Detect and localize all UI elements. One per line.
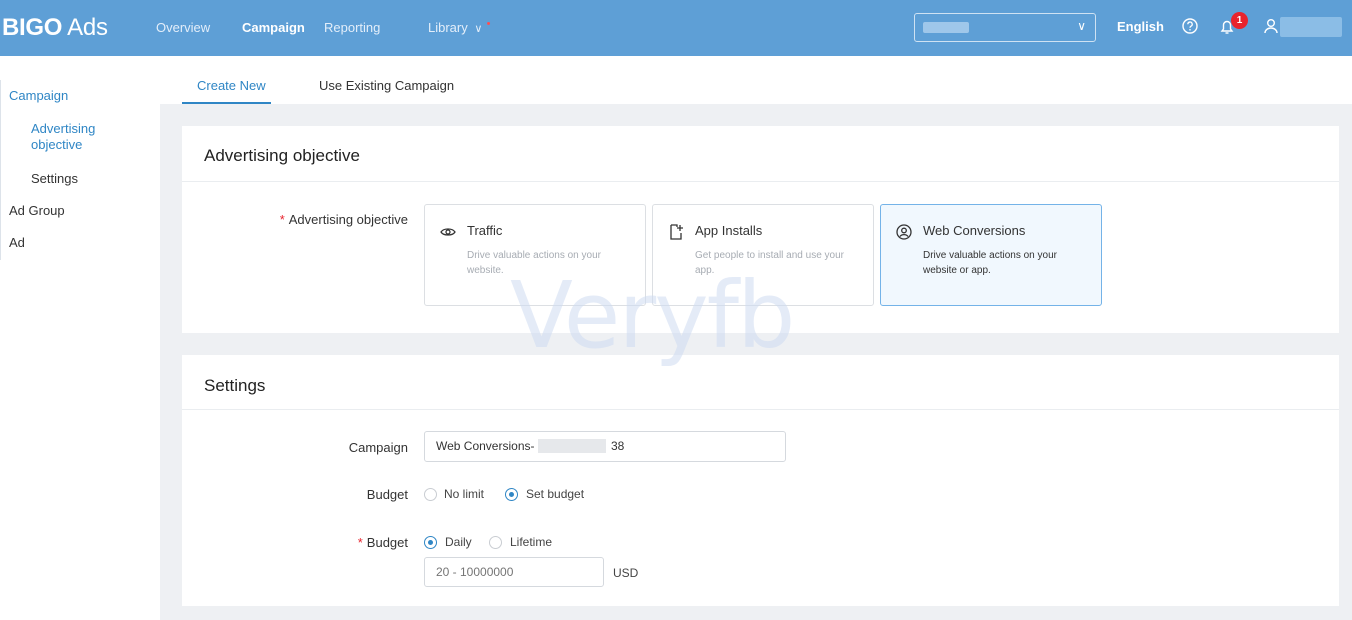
budget-limit-label: Budget bbox=[366, 487, 408, 502]
sidebar-item-settings[interactable]: Settings bbox=[31, 171, 78, 187]
chevron-down-icon: ∨ bbox=[1077, 19, 1086, 33]
section-divider bbox=[182, 409, 1339, 410]
radio-no-limit-label[interactable]: No limit bbox=[444, 487, 484, 501]
section-title: Advertising objective bbox=[204, 146, 360, 165]
budget-type-label-text: Budget bbox=[366, 535, 408, 550]
logo-rest: Ads bbox=[62, 14, 108, 41]
campaign-name-masked bbox=[538, 439, 606, 453]
advertising-objective-label-text: Advertising objective bbox=[288, 212, 408, 227]
active-tab-indicator bbox=[182, 102, 271, 104]
section-title: Settings bbox=[204, 376, 266, 395]
sidebar-item-advertising-objective[interactable]: Advertising objective bbox=[31, 121, 121, 153]
objective-description: Drive valuable actions on your website o… bbox=[923, 250, 1057, 276]
sidebar-item-ad[interactable]: Ad bbox=[9, 235, 25, 251]
sidebar-item-campaign[interactable]: Campaign bbox=[9, 88, 68, 104]
sidebar-divider bbox=[0, 80, 1, 260]
nav-reporting[interactable]: Reporting bbox=[324, 18, 380, 38]
account-name-masked bbox=[923, 22, 969, 33]
user-name-masked bbox=[1280, 17, 1342, 37]
bigo-ads-logo[interactable]: BIGO Ads bbox=[2, 13, 108, 43]
account-select[interactable]: ∨ bbox=[914, 13, 1096, 42]
objective-title: App Installs bbox=[695, 223, 763, 238]
radio-lifetime-label[interactable]: Lifetime bbox=[510, 535, 552, 549]
budget-type-label: * Budget bbox=[300, 535, 408, 550]
radio-daily-label[interactable]: Daily bbox=[445, 535, 472, 549]
language-switch[interactable]: English bbox=[1117, 19, 1164, 34]
section-divider bbox=[182, 181, 1339, 182]
radio-set-budget[interactable] bbox=[505, 488, 518, 501]
nav-library-label: Library bbox=[428, 20, 468, 35]
radio-set-budget-label[interactable]: Set budget bbox=[526, 487, 584, 501]
required-asterisk: * bbox=[357, 535, 363, 550]
chevron-down-icon: ∨ bbox=[474, 23, 483, 35]
objective-description: Drive valuable actions on your website. bbox=[467, 250, 601, 276]
notification-badge: 1 bbox=[1231, 12, 1248, 29]
tab-use-existing-campaign[interactable]: Use Existing Campaign bbox=[319, 78, 454, 93]
required-asterisk: * bbox=[279, 212, 285, 227]
currency-label: USD bbox=[613, 566, 639, 580]
nav-overview[interactable]: Overview bbox=[156, 18, 210, 38]
budget-amount-input[interactable] bbox=[424, 557, 604, 587]
campaign-name-suffix: 38 bbox=[611, 439, 625, 453]
eye-icon bbox=[440, 228, 456, 236]
radio-daily[interactable] bbox=[424, 536, 437, 549]
sidebar-item-ad-group[interactable]: Ad Group bbox=[9, 203, 65, 219]
campaign-name-label: Campaign bbox=[348, 440, 408, 455]
logo-bold: BIGO bbox=[2, 14, 63, 41]
objective-option-web-conversions[interactable]: Web Conversions Drive valuable actions o… bbox=[880, 204, 1102, 306]
objective-title: Traffic bbox=[467, 223, 503, 238]
new-indicator-dot: • bbox=[486, 18, 491, 30]
nav-library[interactable]: Library ∨ • bbox=[428, 18, 490, 39]
tab-bar: Create New Use Existing Campaign bbox=[160, 56, 1352, 104]
objective-title: Web Conversions bbox=[923, 223, 1026, 238]
tab-create-new[interactable]: Create New bbox=[197, 78, 266, 93]
objective-option-app-installs[interactable]: App Installs Get people to install and u… bbox=[652, 204, 874, 306]
radio-lifetime[interactable] bbox=[489, 536, 502, 549]
web-conversions-icon bbox=[896, 224, 912, 240]
app-install-icon bbox=[670, 224, 683, 240]
settings-card: Settings bbox=[182, 355, 1339, 606]
advertising-objective-label: * Advertising objective bbox=[250, 212, 408, 227]
campaign-name-prefix: Web Conversions- bbox=[436, 439, 535, 453]
nav-campaign[interactable]: Campaign bbox=[242, 18, 305, 38]
top-navigation-bar: BIGO Ads Overview Campaign Reporting Lib… bbox=[0, 0, 1352, 56]
objective-description: Get people to install and use your app. bbox=[695, 250, 844, 276]
help-icon[interactable] bbox=[1177, 13, 1203, 39]
radio-no-limit[interactable] bbox=[424, 488, 437, 501]
objective-option-traffic[interactable]: Traffic Drive valuable actions on your w… bbox=[424, 204, 646, 306]
